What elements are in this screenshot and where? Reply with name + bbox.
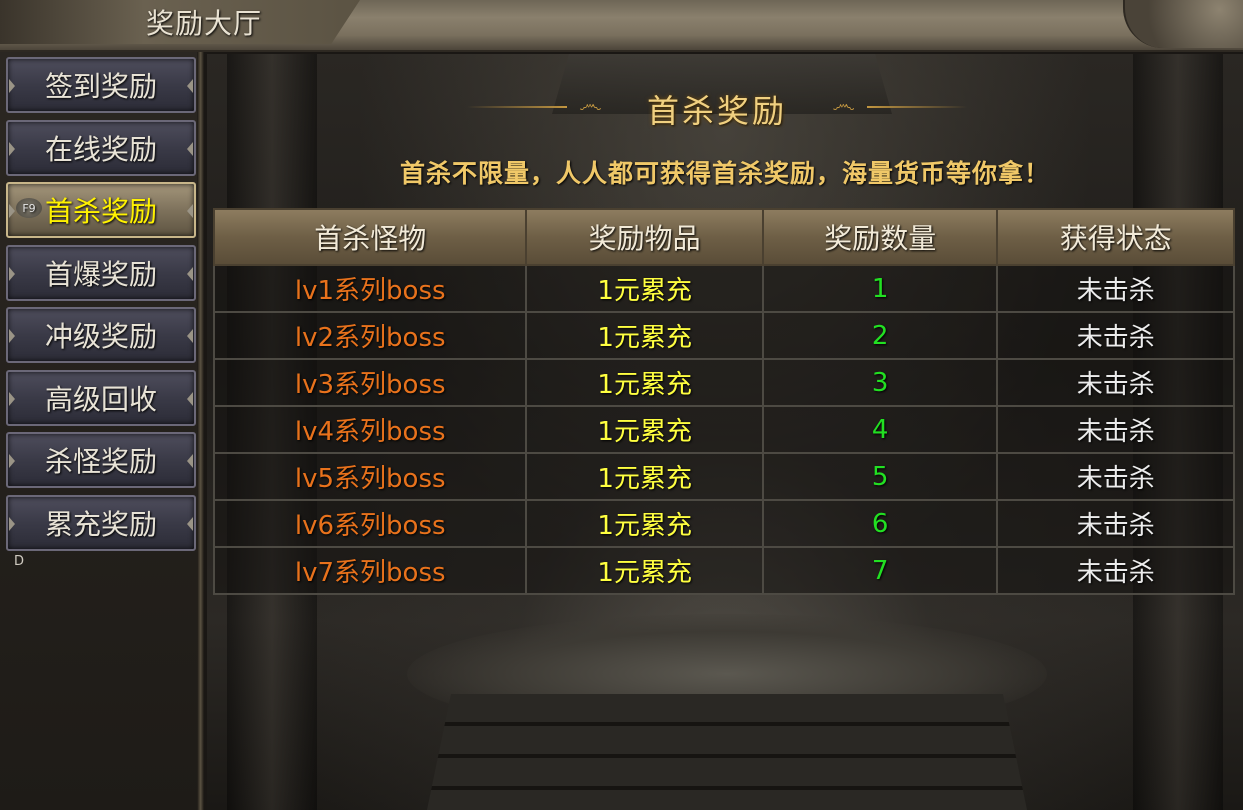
table-row: lv4系列boss 1元累充 4 未击杀 — [212, 405, 1235, 454]
heading-divider-left — [467, 106, 567, 108]
title-bar: 奖励大厅 — [0, 0, 1243, 52]
item-cell: 1元累充 — [525, 264, 764, 313]
status-cell: 未击杀 — [996, 546, 1235, 595]
table-row: lv3系列boss 1元累充 3 未击杀 — [212, 358, 1235, 407]
arrow-right-icon — [187, 204, 193, 218]
quantity-cell: 4 — [761, 405, 999, 454]
sidebar-item-signin-reward[interactable]: 签到奖励 — [6, 57, 196, 113]
window-title: 奖励大厅 — [146, 7, 263, 40]
arrow-left-icon — [9, 267, 15, 281]
arrow-right-icon — [187, 517, 193, 531]
sidebar-item-label: 高级回收 — [44, 383, 157, 416]
status-cell: 未击杀 — [996, 264, 1235, 313]
sidebar-item-monster-kill-reward[interactable]: 杀怪奖励 — [6, 432, 196, 488]
arrow-left-icon — [9, 329, 15, 343]
arrow-right-icon — [187, 79, 193, 93]
column-header-item: 奖励物品 — [525, 208, 764, 266]
status-cell: 未击杀 — [996, 452, 1235, 501]
arrow-left-icon — [9, 142, 15, 156]
monster-cell: lv3系列boss — [212, 358, 528, 407]
status-cell: 未击杀 — [996, 311, 1235, 360]
sidebar-divider — [197, 52, 204, 810]
column-header-quantity: 奖励数量 — [761, 208, 999, 266]
sidebar-item-advanced-recycle[interactable]: 高级回收 — [6, 370, 196, 426]
item-cell: 1元累充 — [525, 405, 764, 454]
table-header-row: 首杀怪物 奖励物品 奖励数量 获得状态 — [212, 208, 1235, 266]
sidebar-item-label: 杀怪奖励 — [44, 445, 157, 478]
arrow-left-icon — [9, 392, 15, 406]
sidebar-item-label: 签到奖励 — [44, 70, 157, 103]
monster-cell: lv2系列boss — [212, 311, 528, 360]
table-row: lv1系列boss 1元累充 1 未击杀 — [212, 264, 1235, 313]
swirl-ornament-icon: ෴ — [579, 90, 602, 118]
sidebar-item-label: 冲级奖励 — [44, 320, 157, 353]
arrow-right-icon — [187, 329, 193, 343]
item-cell: 1元累充 — [525, 546, 764, 595]
swirl-ornament-icon: ෴ — [832, 90, 855, 118]
quantity-cell: 3 — [761, 358, 999, 407]
hotkey-label: D — [14, 554, 25, 569]
subtitle: 首杀不限量，人人都可获得首杀奖励，海量货币等你拿！ — [399, 159, 1050, 188]
monster-cell: lv1系列boss — [212, 264, 528, 313]
item-cell: 1元累充 — [525, 499, 764, 548]
monster-cell: lv4系列boss — [212, 405, 528, 454]
sidebar-item-label: 累充奖励 — [44, 508, 157, 541]
arrow-left-icon — [9, 454, 15, 468]
status-cell: 未击杀 — [996, 405, 1235, 454]
table-row: lv5系列boss 1元累充 5 未击杀 — [212, 452, 1235, 501]
sidebar-item-level-reward[interactable]: 冲级奖励 — [6, 307, 196, 363]
table-row: lv6系列boss 1元累充 6 未击杀 — [212, 499, 1235, 548]
item-cell: 1元累充 — [525, 452, 764, 501]
sidebar-item-label: 在线奖励 — [44, 133, 157, 166]
sidebar-item-first-drop-reward[interactable]: 首爆奖励 — [6, 245, 196, 301]
monster-cell: lv6系列boss — [212, 499, 528, 548]
quantity-cell: 6 — [761, 499, 999, 548]
sidebar-item-first-kill-reward[interactable]: F9 首杀奖励 — [6, 182, 196, 238]
quantity-cell: 1 — [761, 264, 999, 313]
background-steps — [427, 694, 1027, 810]
item-cell: 1元累充 — [525, 311, 764, 360]
title-ornament-right — [1123, 0, 1243, 48]
arrow-right-icon — [187, 454, 193, 468]
arrow-right-icon — [187, 267, 193, 281]
quantity-cell: 5 — [761, 452, 999, 501]
sidebar-item-label: 首爆奖励 — [44, 258, 157, 291]
sidebar-item-recharge-reward[interactable]: 累充奖励 — [6, 495, 196, 551]
quantity-cell: 2 — [761, 311, 999, 360]
arrow-left-icon — [9, 517, 15, 531]
status-cell: 未击杀 — [996, 358, 1235, 407]
column-header-status: 获得状态 — [996, 208, 1235, 266]
item-cell: 1元累充 — [525, 358, 764, 407]
sidebar-item-label: 首杀奖励 — [44, 195, 157, 228]
quantity-cell: 7 — [761, 546, 999, 595]
hotkey-badge: F9 — [16, 198, 42, 218]
arrow-left-icon — [9, 204, 15, 218]
table-row: lv7系列boss 1元累充 7 未击杀 — [212, 546, 1235, 595]
page-title: 首杀奖励 — [646, 92, 787, 130]
sidebar-item-online-reward[interactable]: 在线奖励 — [6, 120, 196, 176]
monster-cell: lv7系列boss — [212, 546, 528, 595]
heading-divider-right — [867, 106, 967, 108]
first-kill-table: 首杀怪物 奖励物品 奖励数量 获得状态 lv1系列boss 1元累充 1 未击杀… — [212, 208, 1235, 595]
arrow-left-icon — [9, 79, 15, 93]
main-panel: ෴ 首杀奖励 ෴ 首杀不限量，人人都可获得首杀奖励，海量货币等你拿！ 首杀怪物 … — [207, 54, 1243, 810]
table-row: lv2系列boss 1元累充 2 未击杀 — [212, 311, 1235, 360]
heading-banner: ෴ 首杀奖励 ෴ — [467, 84, 967, 130]
status-cell: 未击杀 — [996, 499, 1235, 548]
column-header-monster: 首杀怪物 — [212, 208, 528, 266]
sidebar: 签到奖励 在线奖励 F9 首杀奖励 首爆奖励 冲级奖励 高级回收 杀怪奖励 累充… — [0, 52, 204, 810]
monster-cell: lv5系列boss — [212, 452, 528, 501]
arrow-right-icon — [187, 142, 193, 156]
arrow-right-icon — [187, 392, 193, 406]
